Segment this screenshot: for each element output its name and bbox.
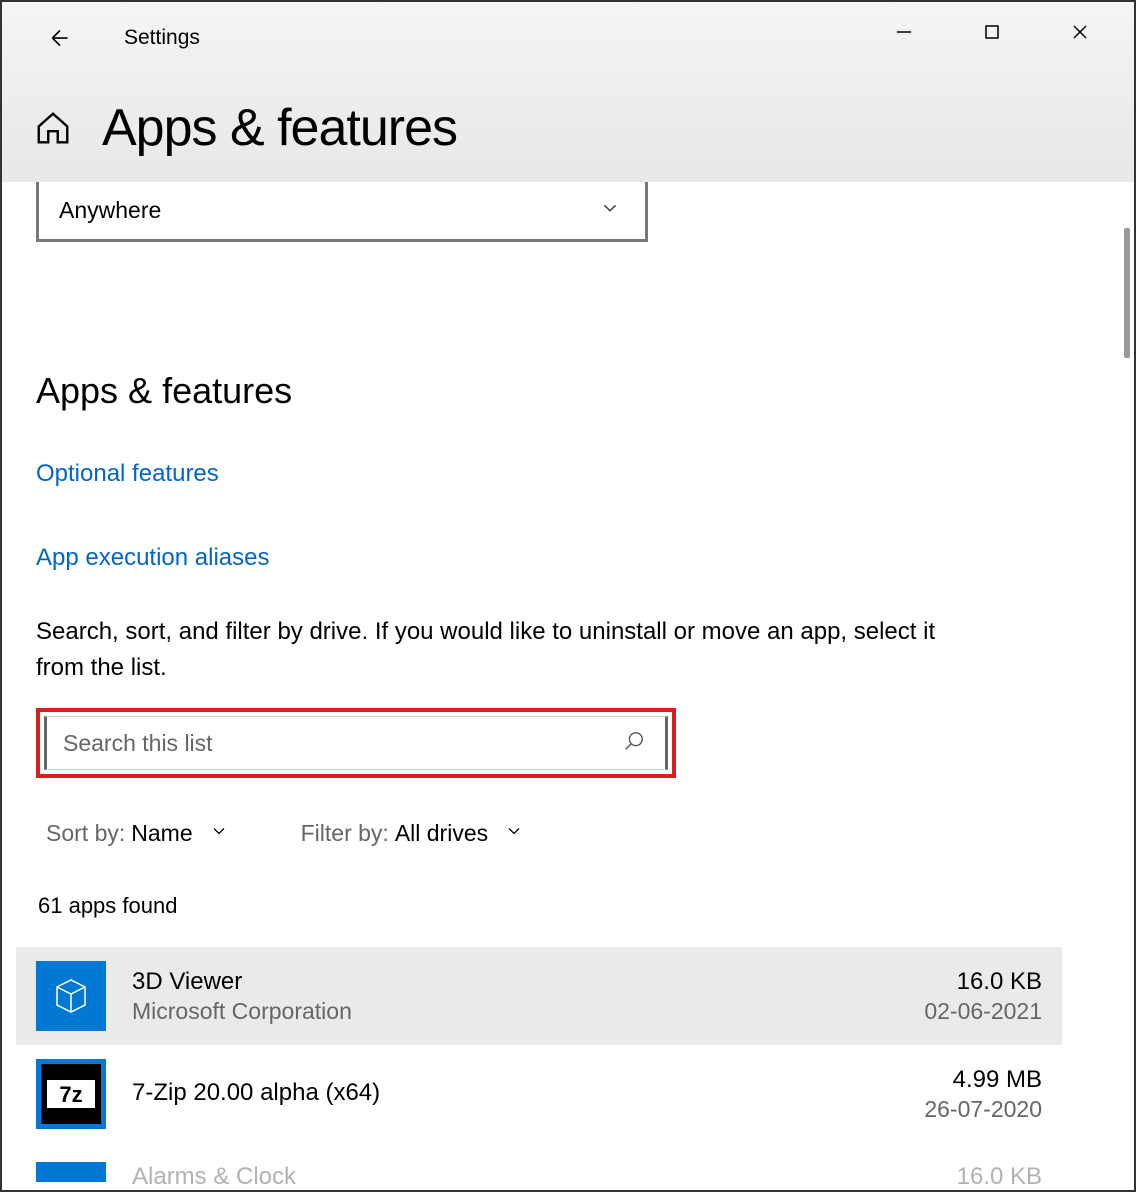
search-input[interactable] (63, 730, 623, 757)
minimize-button[interactable] (860, 2, 948, 62)
chevron-down-icon (599, 197, 621, 225)
app-icon (36, 1162, 106, 1182)
app-row[interactable]: 3D Viewer Microsoft Corporation 16.0 KB … (16, 947, 1062, 1045)
app-name: 7-Zip 20.00 alpha (x64) (132, 1079, 898, 1107)
sort-by-dropdown[interactable]: Sort by: Name (46, 820, 229, 847)
scrollbar[interactable] (1124, 228, 1130, 358)
filter-label: Filter by: (301, 820, 389, 847)
sort-value: Name (131, 820, 192, 847)
section-heading: Apps & features (36, 370, 1102, 412)
back-button[interactable] (40, 18, 80, 58)
app-size: 16.0 KB (924, 968, 1042, 996)
chevron-down-icon (504, 820, 524, 847)
dropdown-value: Anywhere (59, 197, 161, 224)
app-execution-aliases-link[interactable]: App execution aliases (36, 544, 1102, 572)
app-name: Alarms & Clock (132, 1163, 931, 1191)
install-location-dropdown[interactable]: Anywhere (36, 182, 648, 242)
maximize-button[interactable] (948, 2, 1036, 62)
search-box[interactable] (44, 716, 668, 770)
app-icon: 7z (36, 1059, 106, 1129)
svg-text:7z: 7z (59, 1082, 82, 1107)
app-name: 3D Viewer (132, 968, 898, 996)
app-publisher: Microsoft Corporation (132, 998, 898, 1025)
app-date: 02-06-2021 (924, 998, 1042, 1025)
home-icon[interactable] (34, 109, 72, 147)
search-highlight (36, 708, 676, 778)
app-date: 26-07-2020 (924, 1096, 1042, 1123)
app-size: 16.0 KB (957, 1163, 1042, 1191)
page-title: Apps & features (102, 98, 457, 158)
section-description: Search, sort, and filter by drive. If yo… (36, 614, 956, 686)
apps-count: 61 apps found (36, 893, 1102, 919)
close-button[interactable] (1036, 2, 1124, 62)
filter-value: All drives (395, 820, 488, 847)
chevron-down-icon (209, 820, 229, 847)
app-size: 4.99 MB (924, 1066, 1042, 1094)
search-icon (623, 730, 645, 757)
optional-features-link[interactable]: Optional features (36, 460, 1102, 488)
window-title: Settings (124, 26, 200, 50)
app-icon (36, 961, 106, 1031)
app-row[interactable]: 7z 7-Zip 20.00 alpha (x64) 4.99 MB 26-07… (16, 1045, 1062, 1143)
sort-label: Sort by: (46, 820, 125, 847)
app-row[interactable]: Alarms & Clock 16.0 KB (16, 1143, 1062, 1187)
filter-by-dropdown[interactable]: Filter by: All drives (301, 820, 525, 847)
